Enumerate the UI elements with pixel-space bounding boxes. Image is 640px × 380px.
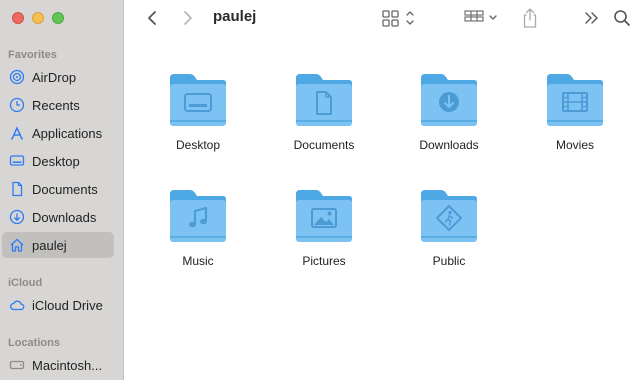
folder-label: Pictures: [302, 254, 346, 268]
close-window-button[interactable]: [12, 12, 24, 24]
sidebar-item-applications[interactable]: Applications: [2, 120, 114, 146]
chevron-right-icon: [184, 11, 192, 25]
folder-icon: [421, 190, 477, 242]
folder-icon: [296, 190, 352, 242]
folder-item-documents[interactable]: Documents: [269, 70, 379, 152]
folder-item-public[interactable]: Public: [394, 186, 504, 268]
view-options-button[interactable]: [380, 8, 420, 28]
search-button[interactable]: [610, 7, 634, 29]
sidebar-item-label: iCloud Drive: [32, 297, 103, 313]
sidebar-item-downloads[interactable]: Downloads: [2, 204, 114, 230]
folder-icon: [170, 190, 226, 242]
folder-item-music[interactable]: Music: [143, 186, 253, 268]
window-title: paulej: [213, 8, 257, 25]
applications-icon: [9, 125, 25, 141]
forward-button[interactable]: [178, 7, 198, 29]
folder-item-pictures[interactable]: Pictures: [269, 186, 379, 268]
minimize-window-button[interactable]: [32, 12, 44, 24]
folder-label: Public: [432, 254, 466, 268]
desktop-icon: [9, 153, 25, 169]
sidebar-item-paulej[interactable]: paulej: [2, 232, 114, 258]
sidebar-item-desktop[interactable]: Desktop: [2, 148, 114, 174]
folder-icon: [421, 74, 477, 126]
sidebar-item-label: Macintosh...: [32, 357, 103, 373]
group-icon: [464, 10, 497, 22]
sidebar-section-locations: Locations: [8, 337, 60, 349]
window-controls: [12, 12, 64, 24]
folder-icon: [170, 74, 226, 126]
sidebar: Favorites AirDrop Recents Applications D…: [0, 0, 124, 380]
zoom-window-button[interactable]: [52, 12, 64, 24]
chevron-left-icon: [148, 11, 156, 25]
sidebar-item-label: Recents: [32, 97, 80, 113]
folder-icon: [296, 74, 352, 126]
airdrop-icon: [9, 69, 25, 85]
folder-label: Downloads: [419, 138, 479, 152]
sidebar-item-label: paulej: [32, 237, 67, 253]
sidebar-item-documents[interactable]: Documents: [2, 176, 114, 202]
sidebar-item-recents[interactable]: Recents: [2, 92, 114, 118]
search-icon: [614, 10, 630, 26]
more-toolbar-items-button[interactable]: [580, 8, 604, 28]
folder-label: Movies: [555, 138, 594, 152]
sidebar-item-label: Applications: [32, 125, 103, 141]
share-button[interactable]: [518, 6, 542, 30]
download-icon: [9, 209, 25, 225]
document-icon: [9, 181, 25, 197]
sidebar-item-icloud-drive[interactable]: iCloud Drive: [2, 292, 114, 318]
sidebar-item-label: Desktop: [32, 153, 80, 169]
sidebar-section-favorites: Favorites: [8, 49, 57, 61]
folder-label: Music: [182, 254, 214, 268]
folder-icon: [547, 74, 603, 126]
clock-icon: [9, 97, 25, 113]
sidebar-item-label: AirDrop: [32, 69, 77, 85]
sidebar-item-label: Downloads: [32, 209, 97, 225]
home-icon: [9, 237, 25, 253]
folder-item-movies[interactable]: Movies: [520, 70, 630, 152]
sidebar-item-label: Documents: [32, 181, 98, 197]
sidebar-item-macintosh-hd[interactable]: Macintosh...: [2, 352, 114, 378]
back-button[interactable]: [142, 7, 162, 29]
sidebar-item-airdrop[interactable]: AirDrop: [2, 64, 114, 90]
share-icon: [523, 8, 537, 28]
download-glyph: [439, 92, 459, 112]
sidebar-section-icloud: iCloud: [8, 277, 43, 289]
group-button[interactable]: [462, 8, 502, 28]
folder-item-downloads[interactable]: Downloads: [394, 70, 504, 152]
disk-icon: [9, 357, 25, 373]
folder-label: Desktop: [175, 138, 221, 152]
chevron-double-right-icon: [585, 12, 598, 24]
folder-label: Documents: [293, 138, 355, 152]
icon-grid-icon: [382, 10, 414, 27]
cloud-icon: [9, 297, 25, 313]
folder-item-desktop[interactable]: Desktop: [143, 70, 253, 152]
